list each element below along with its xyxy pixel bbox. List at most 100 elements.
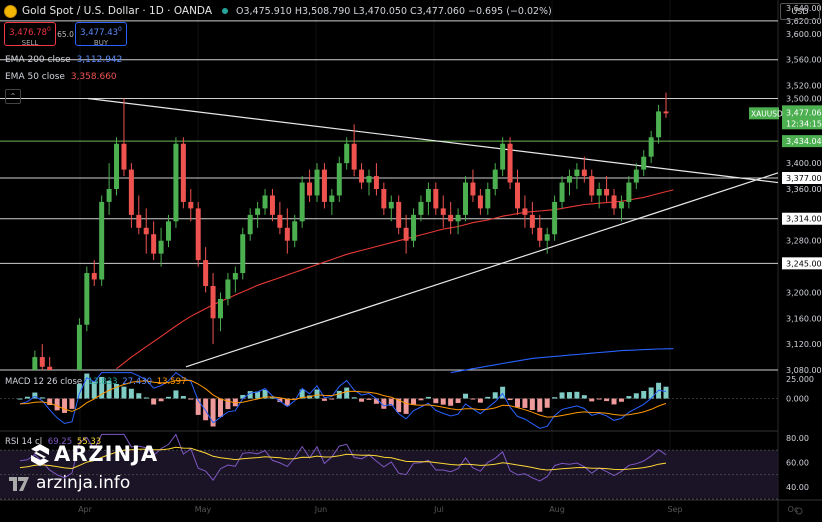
candle-body [559, 182, 565, 202]
candle-body [663, 111, 669, 114]
price-tick-label: 3,600.000 [786, 30, 822, 39]
macd-histogram-bar [411, 398, 417, 405]
chart-header: Gold Spot / U.S. Dollar · 1D · OANDA O3,… [4, 3, 552, 19]
candle-body [433, 189, 439, 209]
rsi-tick-label: 40.00 [786, 483, 809, 492]
macd-histogram-bar [225, 398, 231, 410]
time-tick-label: Jun [314, 505, 328, 514]
macd-histogram-bar [314, 389, 320, 399]
candle-body [544, 234, 550, 241]
candle [99, 195, 105, 286]
candle-body [581, 169, 587, 177]
macd-histogram-bar [633, 393, 639, 399]
macd-histogram-bar [492, 392, 498, 399]
currency-button[interactable]: USD [780, 3, 820, 20]
macd-histogram-bar [418, 398, 424, 401]
candle-body [641, 156, 647, 170]
macd-tick-label: 25.000 [786, 375, 814, 384]
candle [180, 137, 186, 209]
spread-value: 65.0 [57, 30, 74, 39]
candle-body [566, 176, 572, 183]
macd-histogram-bar [69, 398, 75, 409]
ema200-legend[interactable]: EMA 200 close 3,112.942 [5, 55, 122, 65]
candle-body [277, 214, 283, 228]
macd-value-hist: 13.597 [156, 377, 187, 387]
candle-body [440, 208, 446, 215]
candle-body [411, 214, 417, 241]
macd-histogram-bar [574, 391, 580, 399]
candle-body [351, 143, 357, 170]
candle-body [151, 234, 157, 254]
candle-body [314, 169, 320, 196]
candle [195, 201, 201, 267]
candle-body [492, 169, 498, 189]
candle-body [529, 214, 535, 228]
macd-histogram-bar [351, 397, 357, 399]
macd-histogram-bar [470, 398, 476, 400]
candle-body [225, 279, 231, 299]
macd-histogram-bar [166, 396, 172, 399]
candle-body [217, 298, 223, 319]
macd-histogram-bar [344, 387, 350, 399]
price-tick-label: 3,080.000 [786, 366, 822, 375]
price-axis: 3,640.0003,620.0003,600.0003,560.0003,52… [782, 4, 822, 375]
level-tag-label: 3,434.046 [786, 137, 822, 146]
ema200-value: 3,112.942 [76, 55, 123, 65]
candle-body [269, 195, 275, 215]
macd-histogram-bar [626, 396, 632, 399]
gold-coin-icon [4, 4, 17, 18]
level-tag-label: 3,245.000 [786, 259, 822, 268]
candle [240, 227, 246, 280]
symbol-title[interactable]: Gold Spot / U.S. Dollar · 1D · OANDA [22, 5, 212, 17]
macd-histogram-bar [440, 398, 446, 405]
candle-body [552, 201, 558, 235]
candle-body [455, 214, 461, 222]
price-tick-label: 3,120.000 [786, 340, 822, 349]
candle-body [299, 182, 305, 222]
buy-button[interactable]: 3,477.430 BUY [75, 22, 127, 47]
candle-body [114, 143, 120, 189]
macd-histogram-bar [485, 396, 491, 399]
tradingview-logo-icon [9, 477, 29, 491]
time-tick-label: Apr [78, 505, 93, 514]
macd-legend[interactable]: MACD 12 26 close 13.833 27.430 13.597 [5, 377, 186, 387]
macd-histogram-bar [611, 398, 617, 405]
candle-body [166, 221, 172, 241]
macd-histogram-bar [589, 398, 595, 402]
candle-body [463, 182, 469, 215]
candle-body [158, 240, 164, 254]
time-tick-label: Jul [433, 505, 444, 514]
candle [552, 195, 558, 241]
candle-body [618, 201, 624, 209]
countdown-label: 12:34:15 [786, 119, 822, 128]
collapse-legend-button[interactable]: ⌃ [5, 89, 21, 104]
macd-label: MACD 12 26 close [5, 377, 83, 387]
sell-button[interactable]: 3,476.780 SELL [4, 22, 56, 47]
price-tick-label: 3,560.000 [786, 56, 822, 65]
macd-histogram-bar [433, 398, 439, 404]
level-price-tag: 3,434.046 [782, 135, 822, 148]
macd-histogram-bar [143, 397, 149, 399]
candle-body [344, 143, 350, 164]
candle-body [307, 182, 313, 196]
macd-histogram-bar [403, 398, 409, 414]
macd-histogram-bar [552, 397, 558, 399]
macd-histogram-bar [529, 398, 535, 411]
candle-body [210, 285, 216, 319]
candle-body [626, 182, 632, 202]
candle [84, 266, 90, 332]
sell-price: 3,476.78 [9, 27, 48, 38]
candle-body [203, 260, 209, 286]
candle-body [388, 201, 394, 209]
candle-body [596, 189, 602, 196]
price-tick-label: 3,500.000 [786, 95, 822, 104]
candle [299, 176, 305, 228]
candle-body [32, 357, 38, 370]
ema50-legend[interactable]: EMA 50 close 3,358.660 [5, 72, 117, 82]
candle-body [507, 143, 513, 183]
candle-body [262, 195, 268, 209]
arzinja-logo-icon [31, 444, 49, 466]
macd-histogram-bar [121, 386, 127, 399]
candle-body [136, 214, 142, 228]
macd-histogram-bar [463, 393, 469, 399]
